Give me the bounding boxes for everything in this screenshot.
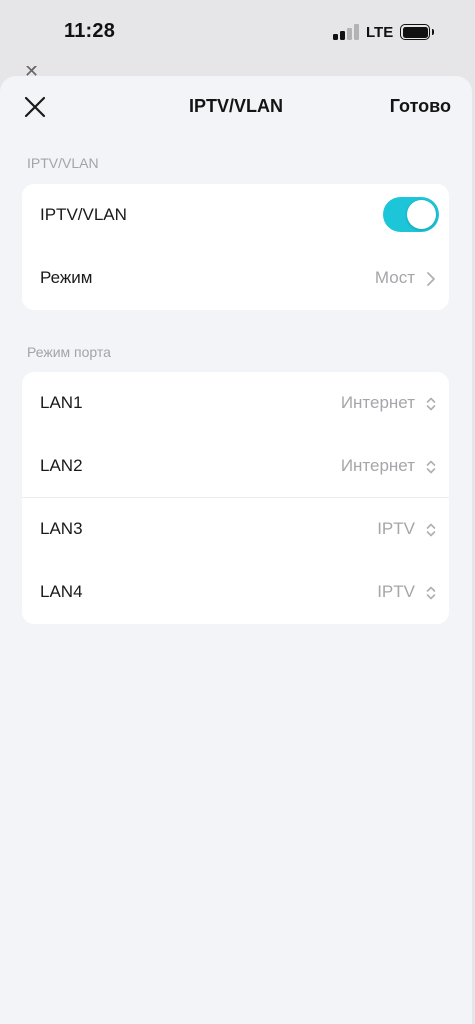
port-mode-card: LAN1 Интернет LAN2 Интернет LAN3 IPTV LA…: [22, 372, 449, 624]
modal-sheet: IPTV/VLAN Готово IPTV/VLAN IPTV/VLAN Реж…: [0, 76, 472, 1024]
mode-value: Мост: [374, 268, 415, 287]
iptv-toggle-row: IPTV/VLAN: [22, 184, 449, 247]
port-label: LAN4: [40, 582, 83, 601]
port-row-lan1[interactable]: LAN1 Интернет: [22, 372, 449, 435]
port-value: Интернет: [340, 456, 415, 475]
port-row-lan4[interactable]: LAN4 IPTV: [22, 561, 449, 624]
screen: 11:28 LTE ✕ IPTV/VLAN Готово IPTV/VLAN I…: [0, 0, 475, 1024]
toggle-knob: [407, 200, 436, 229]
close-icon: [24, 96, 46, 118]
iptv-toggle-switch[interactable]: [383, 197, 439, 232]
up-down-chevron-icon: [426, 460, 436, 474]
port-label: LAN1: [40, 393, 83, 412]
network-type: LTE: [366, 24, 394, 41]
port-value: IPTV: [377, 519, 415, 538]
chevron-right-icon: [427, 272, 435, 286]
up-down-chevron-icon: [426, 523, 436, 537]
done-button[interactable]: Готово: [390, 96, 451, 117]
status-bar: 11:28 LTE: [0, 0, 475, 64]
port-value: IPTV: [377, 582, 415, 601]
up-down-chevron-icon: [426, 397, 436, 411]
close-button[interactable]: [22, 94, 48, 120]
iptv-settings-card: IPTV/VLAN Режим Мост: [22, 184, 449, 310]
signal-icon: [333, 24, 359, 40]
port-row-lan2[interactable]: LAN2 Интернет: [22, 435, 449, 498]
mode-row[interactable]: Режим Мост: [22, 247, 449, 310]
up-down-chevron-icon: [426, 586, 436, 600]
port-label: LAN2: [40, 456, 83, 475]
port-value: Интернет: [340, 393, 415, 412]
section-header-iptv: IPTV/VLAN: [27, 155, 99, 171]
background-close-icon: ✕: [24, 66, 40, 76]
status-time: 11:28: [64, 20, 116, 42]
port-label: LAN3: [40, 519, 83, 538]
port-row-lan3[interactable]: LAN3 IPTV: [22, 498, 449, 561]
battery-icon: [400, 24, 434, 40]
mode-label: Режим: [40, 268, 93, 287]
iptv-toggle-label: IPTV/VLAN: [40, 205, 127, 224]
navigation-bar: IPTV/VLAN Готово: [0, 76, 472, 138]
section-header-port-mode: Режим порта: [27, 344, 111, 360]
